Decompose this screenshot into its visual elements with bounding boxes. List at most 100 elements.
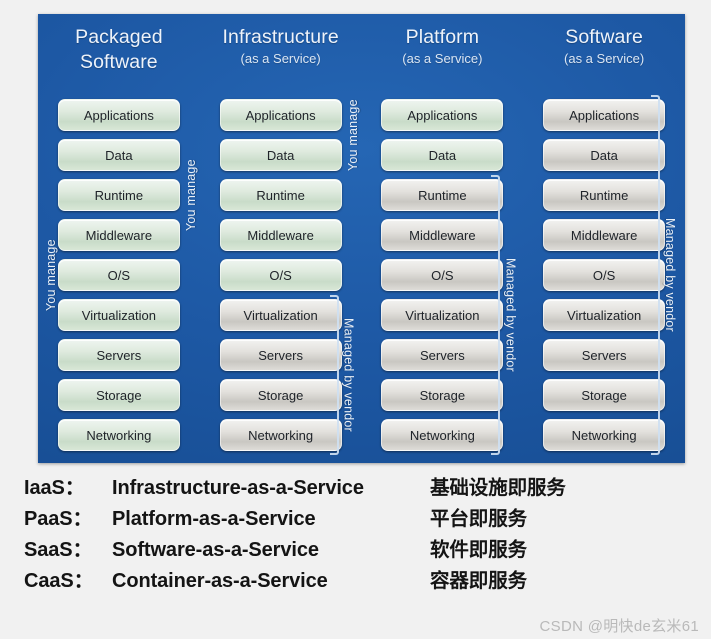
stack-box-label: Applications xyxy=(245,107,316,123)
stack-box-label: Servers xyxy=(258,347,304,363)
stack-box-storage: Storage xyxy=(381,379,504,411)
csdn-watermark: CSDN @明快de玄米61 xyxy=(539,618,699,635)
stack-box-applications: Applications xyxy=(57,99,180,131)
legend-chinese: 基础设施即服务 xyxy=(430,477,566,499)
stack-column-packaged-software: Applications Data Runtime Middleware O/S Virt… xyxy=(38,96,200,463)
legend-chinese: 平台即服务 xyxy=(430,508,528,530)
cloud-service-models-diagram: Packaged Software Infrastructure (as a S… xyxy=(38,14,685,463)
legend-abbr: PaaS： xyxy=(24,508,93,530)
stack-box-label: Applications xyxy=(83,107,154,123)
stack-box-networking: Networking xyxy=(543,419,666,451)
stack-box-label: Networking xyxy=(409,427,475,443)
stack-box-middleware: Middleware xyxy=(381,219,504,251)
stack-box-label: Servers xyxy=(96,347,142,363)
stack-box-storage: Storage xyxy=(219,379,342,411)
column-title: Software xyxy=(565,26,643,48)
managed-by-vendor-label-col1: Managed by vendor xyxy=(341,318,356,432)
legend-english: Container-as-a-Service xyxy=(112,570,328,592)
legend-row: SaaS： Software-as-a-Service 软件即服务 xyxy=(24,533,704,563)
stack-box-runtime: Runtime xyxy=(543,179,666,211)
managed-by-vendor-bracket-col2 xyxy=(491,175,501,455)
stack-box-o-s: O/S xyxy=(57,259,180,291)
stack-box-label: Applications xyxy=(407,107,478,123)
stack-box-label: O/S xyxy=(269,267,292,283)
legend-chinese: 容器即服务 xyxy=(430,570,528,592)
stack-box-label: Middleware xyxy=(409,227,476,243)
stack-box-label: Servers xyxy=(581,347,627,363)
legend-english: Software-as-a-Service xyxy=(112,539,319,561)
stack-box-o-s: O/S xyxy=(543,259,666,291)
stack-box-label: Storage xyxy=(96,387,142,403)
column-header-packaged-software: Packaged Software xyxy=(38,14,200,96)
stack-box-label: Runtime xyxy=(418,187,467,203)
legend-abbr: SaaS： xyxy=(24,539,93,561)
stack-box-servers: Servers xyxy=(57,339,180,371)
stack-box-label: Virtualization xyxy=(567,307,642,323)
managed-by-vendor-label-col3: Managed by vendor xyxy=(663,218,677,332)
stack-box-label: Middleware xyxy=(85,227,153,243)
stack-box-middleware: Middleware xyxy=(219,219,342,251)
stack-box-servers: Servers xyxy=(381,339,504,371)
stack-box-label: Runtime xyxy=(579,187,629,203)
stack-box-runtime: Runtime xyxy=(381,179,504,211)
stack-box-label: O/S xyxy=(592,267,616,283)
legend-english: Platform-as-a-Service xyxy=(112,508,316,530)
column-header-platform: Platform (as a Service) xyxy=(362,14,524,96)
stack-column-software: Applications Data Runtime Middleware O/S Virt… xyxy=(523,96,685,463)
column-subtitle: (as a Service) xyxy=(240,51,321,66)
stack-box-servers: Servers xyxy=(543,339,666,371)
stack-box-label: Data xyxy=(428,147,457,163)
you-manage-label-col2: You manage xyxy=(345,99,360,171)
stack-columns: Applications Data Runtime Middleware O/S Virt… xyxy=(38,96,685,463)
legend-abbr: CaaS： xyxy=(24,570,94,592)
stack-box-storage: Storage xyxy=(543,379,666,411)
stack-box-data: Data xyxy=(57,139,180,171)
stack-box-label: Networking xyxy=(86,427,152,443)
you-manage-label-col0: You manage xyxy=(44,239,58,311)
stack-box-label: O/S xyxy=(431,267,454,283)
stack-box-label: Storage xyxy=(257,387,304,403)
stack-box-runtime: Runtime xyxy=(57,179,180,211)
stack-box-label: Virtualization xyxy=(243,307,318,323)
legend-chinese: 软件即服务 xyxy=(430,539,528,561)
stack-box-o-s: O/S xyxy=(381,259,504,291)
stack-box-label: Storage xyxy=(581,387,627,403)
managed-by-vendor-bracket-col3 xyxy=(651,95,660,455)
stack-box-networking: Networking xyxy=(57,419,180,451)
stack-box-runtime: Runtime xyxy=(219,179,342,211)
column-subtitle: (as a Service) xyxy=(402,51,483,66)
stack-box-virtualization: Virtualization xyxy=(543,299,666,331)
column-title: Packaged Software xyxy=(75,26,163,73)
stack-box-virtualization: Virtualization xyxy=(57,299,180,331)
legend-row: PaaS： Platform-as-a-Service 平台即服务 xyxy=(24,502,704,532)
legend-english: Infrastructure-as-a-Service xyxy=(112,477,364,499)
stack-box-middleware: Middleware xyxy=(57,219,180,251)
stack-box-data: Data xyxy=(219,139,342,171)
column-subtitle: (as a Service) xyxy=(564,51,645,66)
stack-box-storage: Storage xyxy=(57,379,180,411)
stack-box-middleware: Middleware xyxy=(543,219,666,251)
stack-box-networking: Networking xyxy=(381,419,504,451)
column-title: Infrastructure xyxy=(222,26,339,48)
you-manage-label-col1: You manage xyxy=(183,159,198,231)
stack-box-label: Virtualization xyxy=(405,307,480,323)
stack-box-virtualization: Virtualization xyxy=(381,299,504,331)
stack-box-label: Data xyxy=(590,147,618,163)
legend-row: IaaS： Infrastructure-as-a-Service 基础设施即服… xyxy=(24,471,704,501)
stack-box-label: Storage xyxy=(419,387,466,403)
stack-box-label: Networking xyxy=(571,427,637,443)
stack-box-label: Middleware xyxy=(247,227,314,243)
stack-box-label: O/S xyxy=(107,267,131,283)
legend-abbr: IaaS： xyxy=(24,477,85,499)
legend-row: CaaS： Container-as-a-Service 容器即服务 xyxy=(24,564,704,594)
stack-box-o-s: O/S xyxy=(219,259,342,291)
stack-box-applications: Applications xyxy=(219,99,342,131)
stack-box-label: Applications xyxy=(569,107,640,123)
stack-box-data: Data xyxy=(543,139,666,171)
stack-box-applications: Applications xyxy=(543,99,666,131)
stack-box-applications: Applications xyxy=(381,99,504,131)
stack-box-label: Data xyxy=(105,147,133,163)
stack-box-virtualization: Virtualization xyxy=(219,299,342,331)
stack-box-servers: Servers xyxy=(219,339,342,371)
stack-box-data: Data xyxy=(381,139,504,171)
